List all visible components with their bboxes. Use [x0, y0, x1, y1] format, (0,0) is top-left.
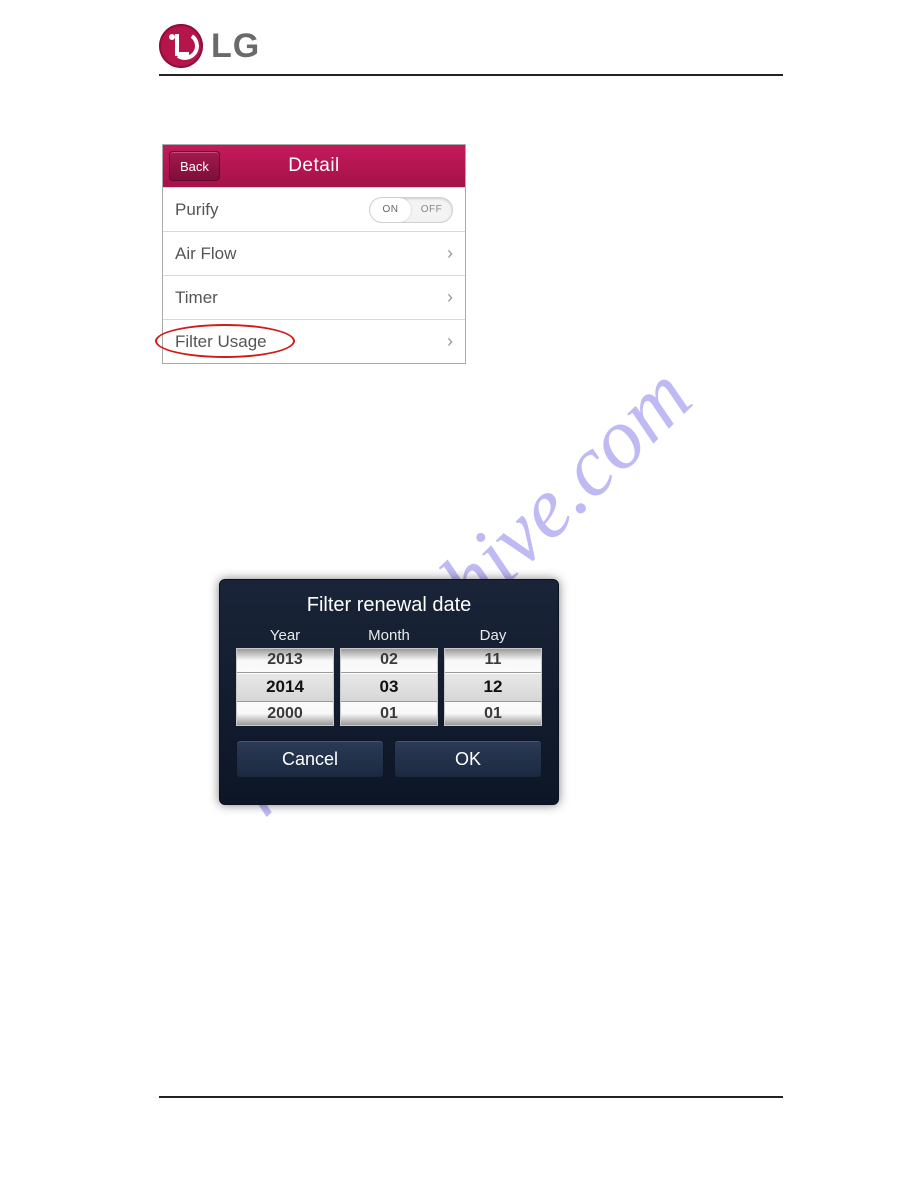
- year-column: Year 2013 2014 2000: [236, 627, 334, 726]
- row-purify-label: Purify: [175, 200, 369, 220]
- row-purify: Purify ON OFF: [163, 187, 465, 231]
- row-filter-usage-label: Filter Usage: [175, 332, 447, 352]
- day-header: Day: [444, 627, 542, 644]
- day-selected: 12: [445, 672, 541, 702]
- day-wheel[interactable]: 11 12 01: [444, 648, 542, 726]
- year-prev: 2013: [237, 649, 333, 671]
- purify-toggle[interactable]: ON OFF: [369, 197, 453, 223]
- day-prev: 11: [445, 649, 541, 671]
- row-airflow-label: Air Flow: [175, 244, 447, 264]
- lg-logo: LG: [159, 24, 260, 68]
- brand-name: LG: [211, 27, 260, 66]
- purify-toggle-off[interactable]: OFF: [411, 198, 452, 222]
- cancel-button-label: Cancel: [282, 749, 338, 770]
- month-column: Month 02 03 01: [340, 627, 438, 726]
- row-timer[interactable]: Timer ›: [163, 275, 465, 319]
- ok-button[interactable]: OK: [394, 740, 542, 778]
- dialog-title: Filter renewal date: [230, 594, 548, 617]
- detail-panel: Back Detail Purify ON OFF Air Flow › Tim…: [162, 144, 466, 364]
- month-wheel[interactable]: 02 03 01: [340, 648, 438, 726]
- back-button-label: Back: [180, 159, 209, 174]
- page-header: LG: [159, 12, 783, 76]
- page-footer-rule: [159, 1096, 783, 1098]
- year-next: 2000: [237, 703, 333, 725]
- year-header: Year: [236, 627, 334, 644]
- day-column: Day 11 12 01: [444, 627, 542, 726]
- year-wheel[interactable]: 2013 2014 2000: [236, 648, 334, 726]
- chevron-right-icon: ›: [447, 287, 453, 308]
- detail-titlebar: Back Detail: [163, 145, 465, 187]
- row-filter-usage[interactable]: Filter Usage ›: [163, 319, 465, 363]
- chevron-right-icon: ›: [447, 331, 453, 352]
- ok-button-label: OK: [455, 749, 481, 770]
- lg-logo-icon: [159, 24, 203, 68]
- row-airflow[interactable]: Air Flow ›: [163, 231, 465, 275]
- month-header: Month: [340, 627, 438, 644]
- date-columns: Year 2013 2014 2000 Month 02 03 01 Day: [230, 627, 548, 726]
- year-selected: 2014: [237, 672, 333, 702]
- dialog-buttons: Cancel OK: [230, 740, 548, 778]
- filter-renewal-dialog: Filter renewal date Year 2013 2014 2000 …: [219, 579, 559, 805]
- purify-toggle-on[interactable]: ON: [370, 198, 411, 222]
- month-next: 01: [341, 703, 437, 725]
- back-button[interactable]: Back: [169, 151, 220, 181]
- cancel-button[interactable]: Cancel: [236, 740, 384, 778]
- day-next: 01: [445, 703, 541, 725]
- chevron-right-icon: ›: [447, 243, 453, 264]
- month-prev: 02: [341, 649, 437, 671]
- month-selected: 03: [341, 672, 437, 702]
- row-timer-label: Timer: [175, 288, 447, 308]
- page: LG manualshive.com Back Detail Purify ON…: [0, 0, 918, 1188]
